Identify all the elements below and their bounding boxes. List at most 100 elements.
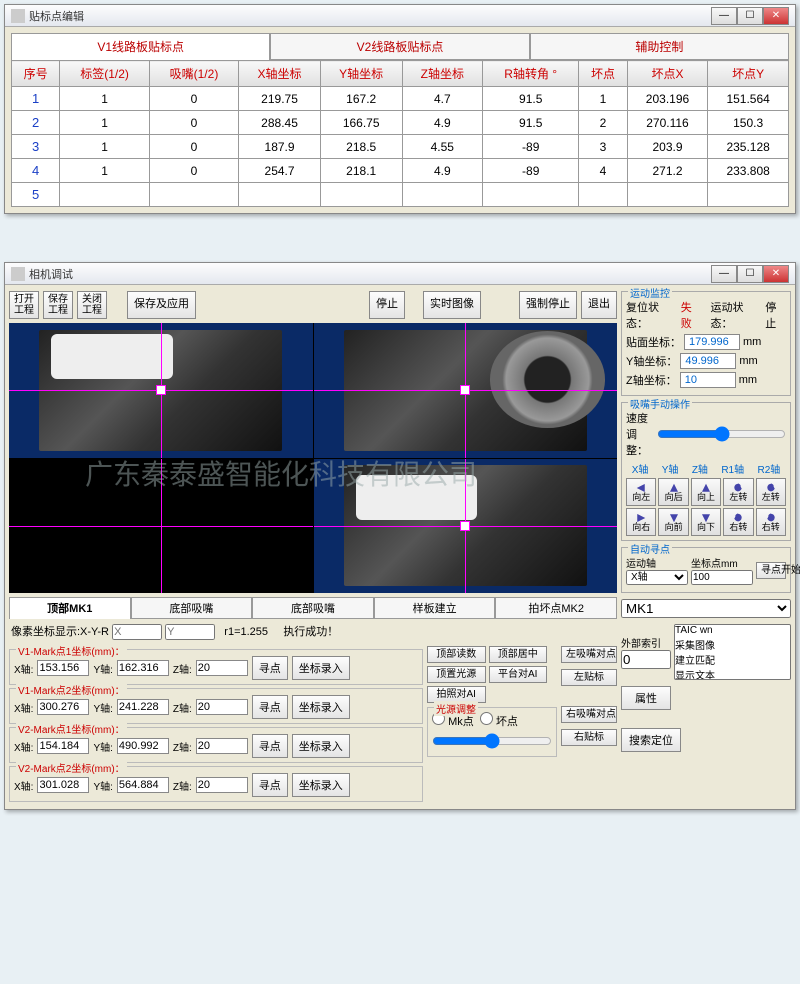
ext-list[interactable]: TAIC wn采集图像建立匹配显示文本移动画面 [674,624,791,680]
table-cell [627,183,708,207]
ext-index-label: 外部索引 [621,635,671,650]
mark-y-input[interactable] [117,699,169,715]
find-point-button[interactable]: 寻点 [252,734,288,758]
top-center-button[interactable]: 顶部居中 [489,646,548,663]
table-row[interactable]: 210288.45166.754.991.52270.116150.3 [12,111,789,135]
auto-find-start-button[interactable]: 寻点开始 [756,562,786,579]
mk-select[interactable]: MK1 [621,599,791,618]
mark-z-input[interactable] [196,660,248,676]
light-opt-mk[interactable]: Mk点 [432,716,474,728]
speed-slider[interactable] [657,426,786,442]
save-project-button[interactable]: 保存工程 [43,291,73,319]
mark-z-input[interactable] [196,738,248,754]
label-point-editor-window: 贴标点编辑 — ☐ ✕ V1线路板贴标点 V2线路板贴标点 辅助控制 序号标签(… [4,4,796,214]
mark-x-input[interactable] [37,777,89,793]
mark-y-input[interactable] [117,738,169,754]
coord-input-button[interactable]: 坐标录入 [292,773,350,797]
jog-button[interactable]: 右转 [756,508,786,536]
tab-v2-board[interactable]: V2线路板贴标点 [270,33,529,60]
coord-input-button[interactable]: 坐标录入 [292,656,350,680]
pixel-y-input[interactable] [165,624,215,640]
tab-bad-point-mk2[interactable]: 拍坏点MK2 [495,597,617,619]
save-apply-button[interactable]: 保存及应用 [127,291,196,319]
right-label-button[interactable]: 右贴标 [561,729,617,746]
camera-view-1[interactable] [9,323,313,458]
table-header: 序号 [12,61,60,87]
tab-top-mk1[interactable]: 顶部MK1 [9,597,131,619]
table-cell: 150.3 [708,111,789,135]
coord-input-button[interactable]: 坐标录入 [292,734,350,758]
coord-input-button[interactable]: 坐标录入 [292,695,350,719]
jog-button[interactable]: 右转 [723,508,753,536]
mark-z-input[interactable] [196,777,248,793]
mark-y-input[interactable] [117,777,169,793]
table-cell: 270.116 [627,111,708,135]
table-cell: 3 [12,135,60,159]
close-project-button[interactable]: 关闭工程 [77,291,107,319]
move-status-label: 运动状态： [711,299,763,331]
table-row[interactable]: 310187.9218.54.55-893203.9235.128 [12,135,789,159]
pixel-x-input[interactable] [112,624,162,640]
table-header: 标签(1/2) [60,61,149,87]
find-point-button[interactable]: 寻点 [252,656,288,680]
table-row[interactable]: 110219.75167.24.791.51203.196151.564 [12,87,789,111]
open-project-button[interactable]: 打开工程 [9,291,39,319]
jog-button[interactable]: 左转 [756,478,786,506]
auto-coord-input[interactable] [691,570,753,585]
force-stop-button[interactable]: 强制停止 [519,291,577,319]
light-slider[interactable] [432,733,552,749]
ext-index-input[interactable] [621,650,671,669]
platform-ai-button[interactable]: 平台对AI [489,666,548,683]
jog-button[interactable]: 左转 [723,478,753,506]
minimize-button[interactable]: — [711,7,737,25]
exit-button[interactable]: 退出 [581,291,617,319]
camera-view-3[interactable] [9,459,313,594]
tab-template-build[interactable]: 样板建立 [374,597,496,619]
jog-button[interactable]: 向前 [658,508,688,536]
find-point-button[interactable]: 寻点 [252,695,288,719]
jog-button[interactable]: 向右 [626,508,656,536]
window1-title: 贴标点编辑 [29,8,711,24]
jog-button[interactable]: 向左 [626,478,656,506]
tab-bottom-nozzle-2[interactable]: 底部吸嘴 [252,597,374,619]
jog-button[interactable]: 向上 [691,478,721,506]
find-point-button[interactable]: 寻点 [252,773,288,797]
mark-x-input[interactable] [37,738,89,754]
jog-button[interactable]: 向后 [658,478,688,506]
light-opt-bad[interactable]: 坏点 [480,716,518,728]
right-nozzle-align-button[interactable]: 右吸嘴对点 [561,706,617,723]
minimize-button[interactable]: — [711,265,737,283]
left-label-button[interactable]: 左贴标 [561,669,617,686]
move-status-value: 停止 [765,299,786,331]
maximize-button[interactable]: ☐ [737,265,763,283]
mark-z-input[interactable] [196,699,248,715]
mark-y-input[interactable] [117,660,169,676]
table-row[interactable]: 410254.7218.14.9-894271.2233.808 [12,159,789,183]
coord-value: 49.996 [680,353,736,369]
mark-x-input[interactable] [37,660,89,676]
table-row[interactable]: 5 [12,183,789,207]
camera-view-2[interactable] [314,323,618,458]
tab-v1-board[interactable]: V1线路板贴标点 [11,33,270,60]
table-cell: 0 [149,159,238,183]
stop-button[interactable]: 停止 [369,291,405,319]
maximize-button[interactable]: ☐ [737,7,763,25]
search-locate-button[interactable]: 搜索定位 [621,728,681,752]
table-cell: 0 [149,111,238,135]
left-nozzle-align-button[interactable]: 左吸嘴对点 [561,646,617,663]
top-light-button[interactable]: 顶置光源 [427,666,486,683]
top-read-button[interactable]: 顶部读数 [427,646,486,663]
table-cell: 4.9 [402,111,483,135]
mark-x-input[interactable] [37,699,89,715]
properties-button[interactable]: 属性 [621,686,671,710]
auto-axis-select[interactable]: X轴 [626,570,688,585]
tab-bottom-nozzle-1[interactable]: 底部吸嘴 [131,597,253,619]
realtime-image-button[interactable]: 实时图像 [423,291,481,319]
label-point-table: 序号标签(1/2)吸嘴(1/2)X轴坐标Y轴坐标Z轴坐标R轴转角 °坏点坏点X坏… [11,60,789,207]
close-button[interactable]: ✕ [763,7,789,25]
camera-view-4[interactable] [314,459,618,594]
jog-button[interactable]: 向下 [691,508,721,536]
close-button[interactable]: ✕ [763,265,789,283]
tab-aux-control[interactable]: 辅助控制 [530,33,789,60]
table-cell: 91.5 [483,111,579,135]
